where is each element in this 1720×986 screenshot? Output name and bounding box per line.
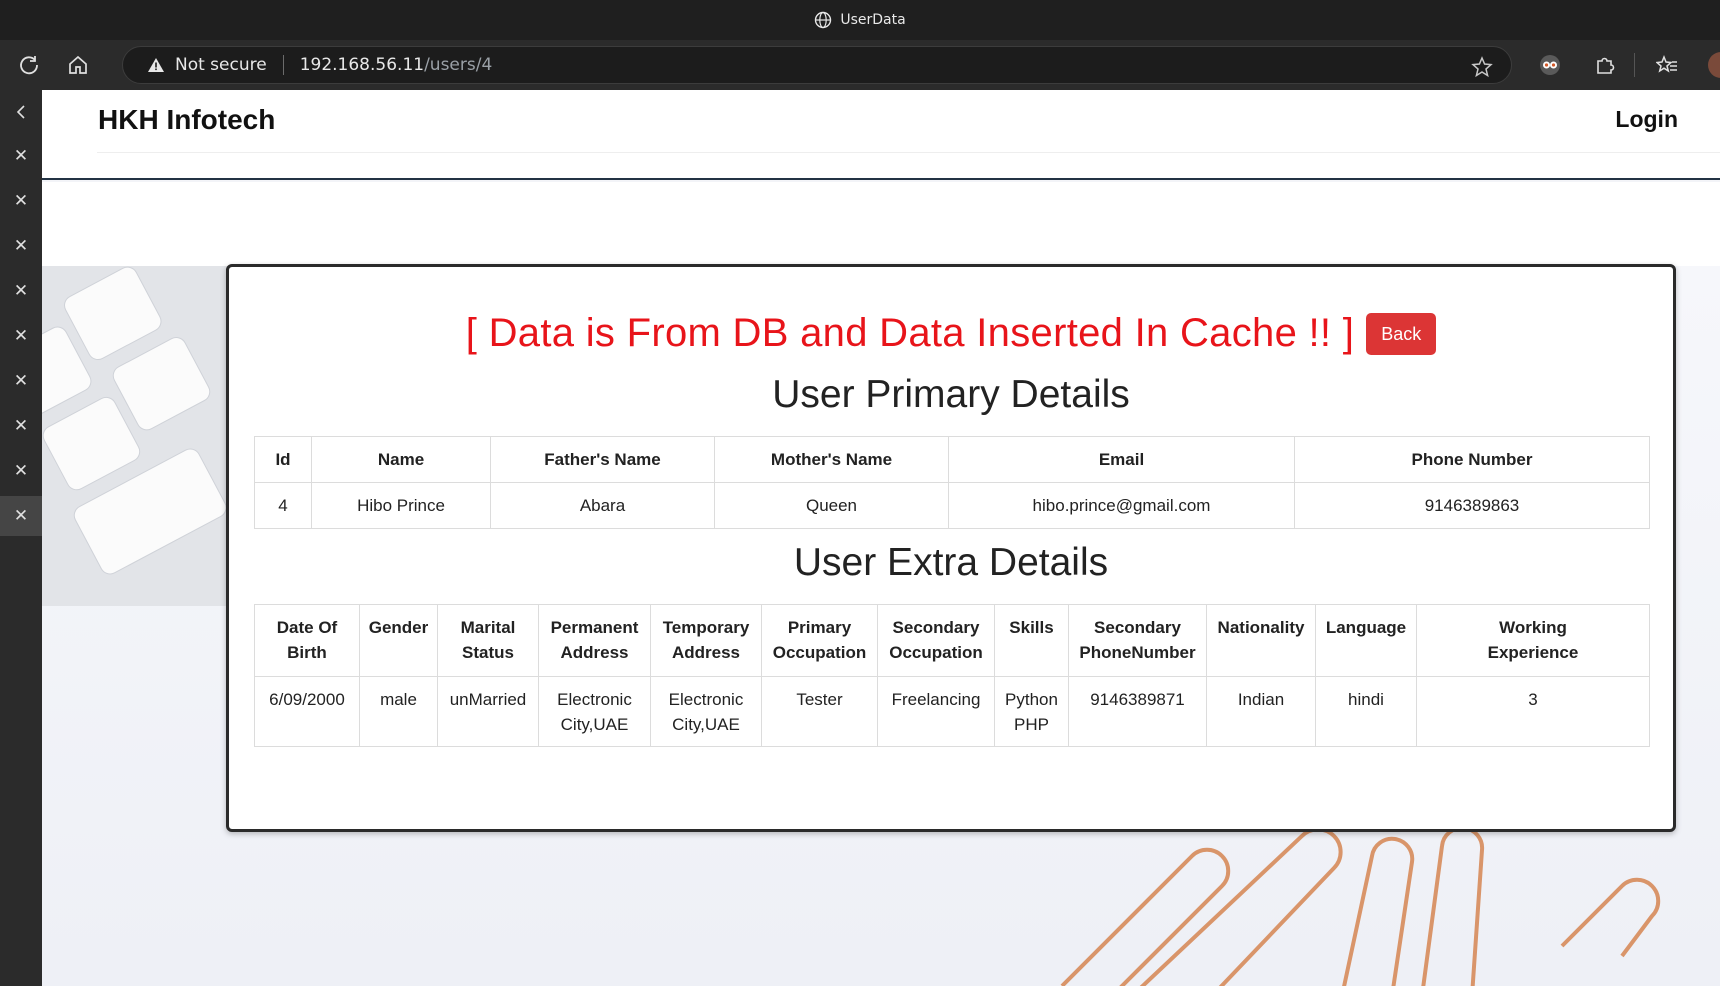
avatar[interactable] [1708, 52, 1720, 78]
reload-icon[interactable] [16, 52, 42, 78]
table-row: 4 Hibo Prince Abara Queen hibo.prince@gm… [254, 482, 1650, 529]
paperclips-decoration [1060, 826, 1661, 986]
url-path[interactable]: /users/4 [424, 55, 492, 75]
primary-details-table: Id Name Father's Name Mother's Name Emai… [254, 436, 1650, 529]
column-header: Secondary PhoneNumber [1068, 604, 1207, 677]
close-icon[interactable]: ✕ [0, 496, 42, 536]
column-header: Gender [359, 604, 438, 677]
user-details-card: [ Data is From DB and Data Inserted In C… [226, 264, 1676, 832]
table-cell: Indian [1206, 676, 1316, 747]
column-header: Marital Status [437, 604, 539, 677]
table-cell: male [359, 676, 438, 747]
table-cell: hibo.prince@gmail.com [948, 482, 1295, 529]
table-cell: Electronic City,UAE [650, 676, 762, 747]
star-icon[interactable] [1471, 56, 1493, 82]
column-header: Father's Name [490, 436, 715, 483]
address-bar[interactable]: Not secure 192.168.56.11/users/4 [122, 46, 1512, 84]
extra-details-table: Date Of Birth Gender Marital Status Perman… [254, 604, 1650, 747]
login-link[interactable]: Login [1615, 106, 1678, 133]
table-cell: Python PHP [994, 676, 1069, 747]
back-button[interactable]: Back [1366, 312, 1437, 355]
extra-details-title: User Extra Details [793, 541, 1109, 584]
close-icon[interactable]: ✕ [0, 406, 42, 446]
home-icon[interactable] [65, 52, 91, 78]
vertical-tabs-strip: ✕ ✕ ✕ ✕ ✕ ✕ ✕ ✕ ✕ [0, 90, 42, 986]
close-icon[interactable]: ✕ [0, 316, 42, 356]
toolbar-divider [1634, 53, 1635, 77]
tab-title: UserData [840, 12, 906, 28]
column-header: Permanent Address [538, 604, 651, 677]
site-navbar: HKH Infotech Login [42, 90, 1720, 180]
headline-row: [ Data is From DB and Data Inserted In C… [229, 311, 1673, 356]
close-icon[interactable]: ✕ [0, 181, 42, 221]
favorites-icon[interactable] [1654, 52, 1680, 78]
table-cell: Queen [714, 482, 949, 529]
table-header-row: Date Of Birth Gender Marital Status Perman… [254, 604, 1650, 677]
close-icon[interactable]: ✕ [0, 136, 42, 176]
table-cell: Freelancing [877, 676, 995, 747]
table-cell: hindi [1315, 676, 1417, 747]
table-cell: Hibo Prince [311, 482, 491, 529]
table-cell: 9146389863 [1294, 482, 1650, 529]
column-header: Email [948, 436, 1295, 483]
column-header: Temporary Address [650, 604, 762, 677]
keyboard-decoration [42, 266, 242, 606]
close-icon[interactable]: ✕ [0, 271, 42, 311]
table-header-row: Id Name Father's Name Mother's Name Emai… [254, 436, 1650, 483]
header-spacer [42, 182, 1720, 266]
cache-status-headline: [ Data is From DB and Data Inserted In C… [465, 311, 1355, 355]
navbar-divider [97, 152, 1720, 153]
table-cell: 3 [1416, 676, 1650, 747]
column-header: Primary Occupation [761, 604, 878, 677]
page-viewport: HKH Infotech Login [ Data is From DB and… [42, 90, 1720, 986]
security-label[interactable]: Not secure [175, 55, 267, 75]
profile-icon[interactable] [1537, 52, 1563, 78]
table-cell: 6/09/2000 [254, 676, 360, 747]
chevron-left-icon[interactable] [0, 92, 42, 132]
column-header: Working Experience [1416, 604, 1650, 677]
omnibox-divider [282, 55, 284, 75]
table-cell: Electronic City,UAE [538, 676, 651, 747]
table-row: 6/09/2000 male unMarried Electronic City,… [254, 676, 1650, 747]
column-header: Name [311, 436, 491, 483]
close-icon[interactable]: ✕ [0, 451, 42, 491]
column-header: Language [1315, 604, 1417, 677]
column-header: Date Of Birth [254, 604, 360, 677]
close-icon[interactable]: ✕ [0, 226, 42, 266]
warning-icon[interactable] [147, 57, 165, 73]
column-header: Secondary Occupation [877, 604, 995, 677]
column-header: Nationality [1206, 604, 1316, 677]
globe-icon [814, 11, 832, 29]
browser-title-bar: UserData [0, 0, 1720, 40]
table-cell: 9146389871 [1068, 676, 1207, 747]
column-header: Mother's Name [714, 436, 949, 483]
primary-details-title: User Primary Details [772, 373, 1130, 416]
table-cell: Abara [490, 482, 715, 529]
close-icon[interactable]: ✕ [0, 361, 42, 401]
extensions-icon[interactable] [1592, 52, 1618, 78]
url-host[interactable]: 192.168.56.11 [300, 55, 424, 75]
table-cell: 4 [254, 482, 312, 529]
brand-logo[interactable]: HKH Infotech [98, 104, 275, 136]
column-header: Id [254, 436, 312, 483]
column-header: Phone Number [1294, 436, 1650, 483]
browser-toolbar: Not secure 192.168.56.11/users/4 [0, 40, 1720, 90]
table-cell: unMarried [437, 676, 539, 747]
column-header: Skills [994, 604, 1069, 677]
table-cell: Tester [761, 676, 878, 747]
